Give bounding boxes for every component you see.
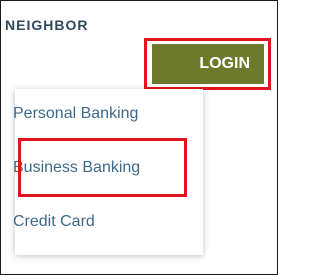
business-banking-highlight-box	[18, 138, 187, 197]
screenshot-frame: NEIGHBOR LOGIN Personal Banking Business…	[0, 0, 278, 275]
menu-item-personal-banking[interactable]: Personal Banking	[13, 105, 138, 123]
menu-item-credit-card[interactable]: Credit Card	[13, 213, 95, 231]
brand-text: NEIGHBOR	[5, 17, 89, 33]
login-button[interactable]: LOGIN	[152, 44, 264, 84]
